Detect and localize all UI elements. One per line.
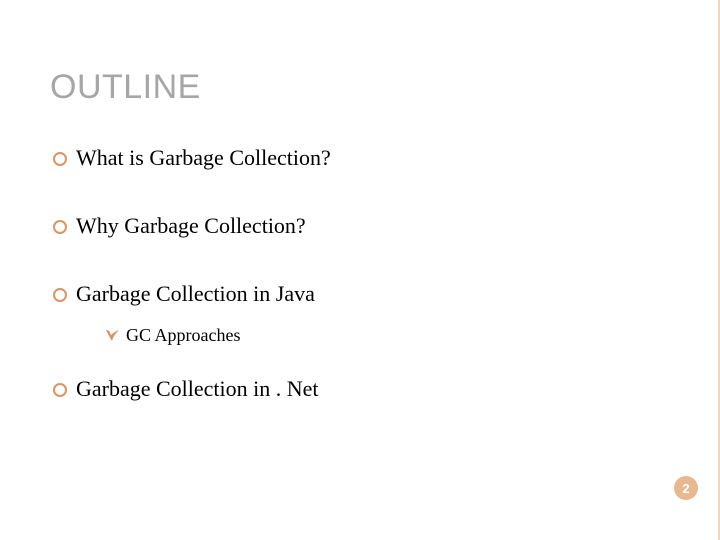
outline-item: What is Garbage Collection?	[50, 145, 670, 171]
page-number: 2	[682, 481, 689, 496]
outline-item: Garbage Collection in . Net	[50, 376, 670, 402]
outline-item-text: Garbage Collection in Java	[76, 281, 315, 306]
outline-subitem-text: GC Approaches	[126, 325, 240, 345]
page-number-badge: 2	[674, 476, 698, 500]
outline-item: Why Garbage Collection?	[50, 213, 670, 239]
slide: OUTLINE What is Garbage Collection? Why …	[0, 0, 720, 540]
outline-item-text: What is Garbage Collection?	[76, 145, 331, 170]
outline-item: Garbage Collection in Java GC Approaches	[50, 281, 670, 346]
outline-subitem: GC Approaches	[76, 325, 670, 346]
outline-item-text: Why Garbage Collection?	[76, 213, 306, 238]
slide-title: OUTLINE	[50, 68, 670, 107]
outline-item-text: Garbage Collection in . Net	[76, 376, 319, 401]
outline-list: What is Garbage Collection? Why Garbage …	[50, 145, 670, 402]
